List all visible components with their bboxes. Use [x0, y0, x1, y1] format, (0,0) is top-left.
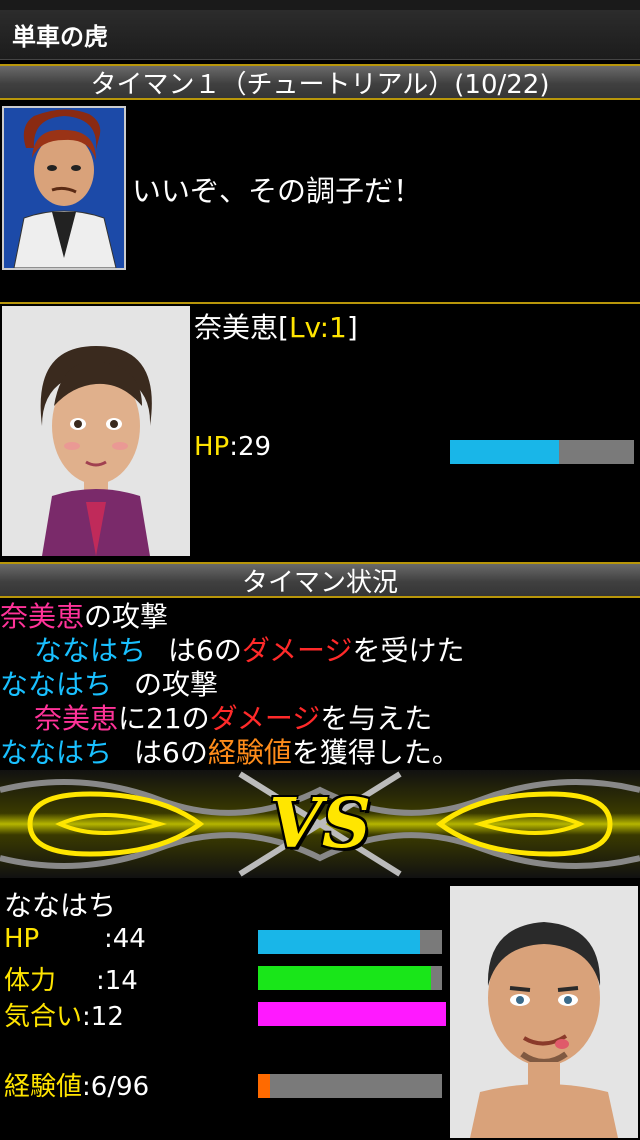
log-actor: 奈美恵: [0, 600, 85, 633]
log-actor: ななはち: [0, 668, 113, 701]
player-exp-bar: [258, 1074, 442, 1098]
player-exp-key: 経験値: [4, 1072, 83, 1102]
battle-log: 奈美恵の攻撃 ななはち は6のダメージを受けた ななはち の攻撃 奈美恵に21のダメ…: [0, 600, 640, 770]
divider-1: [0, 302, 640, 304]
log-text: は6の: [168, 634, 242, 667]
player-portrait: [450, 886, 638, 1138]
boss-avatar-icon: [4, 108, 124, 268]
log-line: ななはち は6のダメージを受けた: [0, 634, 640, 668]
log-text: に21の: [118, 702, 210, 735]
player-name: ななはち: [4, 889, 117, 922]
enemy-hp-key: HP: [194, 432, 230, 462]
app-title: 単車の虎: [12, 23, 108, 51]
player-hp-key: HP: [4, 924, 40, 954]
player-hp-bar-fill: [258, 930, 420, 954]
player-stamina-key: 体力: [4, 966, 57, 996]
player-stamina-bar-fill: [258, 966, 431, 990]
title-bar: 単車の虎: [0, 10, 640, 60]
log-line: 奈美恵に21のダメージを与えた: [0, 702, 640, 736]
log-text: を獲得した。: [291, 736, 460, 769]
status-bar: [0, 0, 640, 10]
enemy-hp-value: :29: [229, 432, 272, 462]
log-text: は6の: [134, 736, 208, 769]
log-text: を受けた: [352, 634, 465, 667]
log-damage: ダメージ: [241, 634, 353, 667]
player-hp-label: HP :44: [4, 924, 146, 954]
player-spirit-label: 気合い:12: [4, 996, 124, 1033]
player-exp-bar-fill: [258, 1074, 270, 1098]
log-actor: 奈美恵: [34, 702, 119, 735]
player-hp-bar: [258, 930, 442, 954]
player-hp-value: :44: [104, 924, 146, 954]
player-spirit-key: 気合い: [4, 1002, 83, 1032]
enemy-avatar-icon: [2, 306, 190, 556]
enemy-hp-bar: [450, 440, 634, 464]
log-text: を与えた: [320, 702, 433, 735]
status-header: タイマン状況: [0, 562, 640, 598]
level-bracket-close: ]: [346, 311, 358, 344]
enemy-name: 奈美恵: [194, 311, 279, 344]
enemy-name-label: 奈美恵[Lv:1]: [194, 306, 358, 346]
enemy-portrait: [2, 306, 190, 556]
log-text: の攻撃: [84, 600, 169, 633]
log-actor: ななはち: [34, 634, 147, 667]
log-line: 奈美恵の攻撃: [0, 600, 640, 634]
boss-message: いいぞ、その調子だ！: [132, 174, 423, 208]
enemy-level: Lv:1: [288, 311, 347, 344]
player-stamina-bar: [258, 966, 442, 990]
log-text: の攻撃: [134, 668, 219, 701]
player-stamina-label: 体力 :14: [4, 960, 138, 997]
player-stamina-value: :14: [96, 966, 138, 996]
log-line: ななはち は6の経験値を獲得した。: [0, 736, 640, 770]
level-bracket-open: [: [278, 311, 289, 344]
log-damage: ダメージ: [209, 702, 321, 735]
log-line: ななはち の攻撃: [0, 668, 640, 702]
player-exp-value: :6/96: [82, 1072, 150, 1102]
player-spirit-value: :12: [82, 1002, 124, 1032]
log-exp: 経験値: [207, 736, 292, 769]
vs-banner: VS: [0, 770, 640, 878]
player-exp-label: 経験値:6/96: [4, 1066, 149, 1103]
enemy-hp-bar-fill: [450, 440, 559, 464]
boss-portrait: [2, 106, 126, 270]
enemy-hp-label: HP:29: [194, 432, 271, 462]
player-spirit-bar: [258, 1002, 446, 1026]
battle-header: タイマン１（チュートリアル）(10/22): [0, 64, 640, 100]
player-avatar-icon: [450, 886, 638, 1138]
vs-text: VS: [269, 784, 371, 864]
player-spirit-bar-fill: [258, 1002, 446, 1026]
log-actor: ななはち: [0, 736, 113, 769]
